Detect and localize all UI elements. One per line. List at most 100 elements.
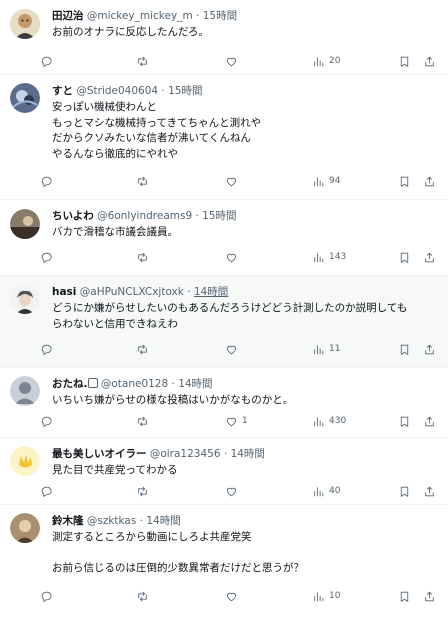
avatar[interactable] — [10, 83, 40, 113]
like-button[interactable] — [225, 52, 242, 70]
user-handle[interactable]: @6onlyindreams9 — [97, 210, 192, 222]
bookmark-icon — [400, 416, 409, 427]
action-bar: 11 — [40, 340, 440, 358]
bookmark-icon — [400, 591, 409, 602]
views-button[interactable]: 10 — [312, 587, 340, 605]
timestamp[interactable]: 14時間 — [178, 378, 212, 390]
user-handle[interactable]: @oira123456 — [150, 448, 221, 460]
reply-button[interactable] — [40, 587, 57, 605]
display-name[interactable]: 鈴木隆 — [52, 515, 84, 527]
reply-tweet[interactable]: ちいよわ @6onlyindreams9 · 15時間 バカで滑稽な市議会議員。… — [0, 200, 448, 276]
bookmark-button[interactable] — [398, 482, 411, 500]
like-button[interactable] — [225, 482, 242, 500]
reply-icon — [41, 416, 52, 427]
bookmark-button[interactable] — [398, 172, 411, 190]
bookmark-button[interactable] — [398, 412, 411, 430]
user-handle[interactable]: @Stride040604 — [76, 85, 158, 97]
share-button[interactable] — [423, 412, 436, 430]
retweet-button[interactable] — [136, 587, 153, 605]
tweet-text: 見た目で共産党ってわかる — [52, 464, 178, 476]
views-button[interactable]: 430 — [312, 412, 346, 430]
share-button[interactable] — [423, 248, 436, 266]
share-button[interactable] — [423, 482, 436, 500]
reply-button[interactable] — [40, 248, 57, 266]
reply-button[interactable] — [40, 412, 57, 430]
like-button[interactable] — [225, 172, 242, 190]
tweet-text: バカで滑稽な市議会議員。 — [52, 226, 178, 238]
timestamp[interactable]: 14時間 — [231, 448, 265, 460]
views-button[interactable]: 20 — [312, 52, 340, 70]
heart-icon — [227, 57, 236, 66]
display-name[interactable]: 最も美しいオイラー — [52, 448, 147, 460]
reply-tweet[interactable]: おたね. @otane0128 · 14時間 いちいち嫌がらせの様な投稿はいかが… — [0, 368, 448, 438]
like-button[interactable] — [225, 248, 242, 266]
bookmark-button[interactable] — [398, 248, 411, 266]
views-button[interactable]: 143 — [312, 248, 346, 266]
avatar[interactable] — [10, 284, 40, 314]
retweet-button[interactable] — [136, 248, 153, 266]
reply-button[interactable] — [40, 52, 57, 70]
reply-icon — [41, 591, 52, 602]
user-handle[interactable]: @aHPuNCLXCxjtoxk — [80, 286, 184, 298]
reply-tweet[interactable]: すと @Stride040604 · 15時間 安っぽい機械使わんと もっとマシ… — [0, 75, 448, 200]
views-button[interactable]: 40 — [312, 482, 340, 500]
reply-tweet[interactable]: 鈴木隆 @szktkas · 14時間 測定するところから動画にしろよ共産党笑 … — [0, 505, 448, 617]
views-icon — [314, 486, 324, 496]
reply-button[interactable] — [40, 172, 57, 190]
tweet-header: 最も美しいオイラー @oira123456 · 14時間 — [52, 446, 438, 462]
avatar[interactable] — [10, 376, 40, 406]
timestamp[interactable]: 15時間 — [202, 210, 236, 222]
timestamp[interactable]: 14時間 — [146, 515, 180, 527]
user-handle[interactable]: @mickey_mickey_m — [87, 10, 193, 22]
share-button[interactable] — [423, 587, 436, 605]
display-name[interactable]: おたね. — [52, 378, 98, 390]
timestamp[interactable]: 15時間 — [168, 85, 202, 97]
display-name[interactable]: すと — [52, 85, 73, 97]
share-button[interactable] — [423, 340, 436, 358]
views-button[interactable]: 11 — [312, 340, 340, 358]
user-handle[interactable]: @szktkas — [87, 515, 136, 527]
avatar[interactable] — [10, 209, 40, 239]
like-button[interactable]: 1 — [225, 412, 248, 430]
timestamp[interactable]: 14時間 — [194, 286, 228, 298]
views-icon — [314, 176, 324, 186]
bookmark-icon — [400, 252, 409, 263]
avatar[interactable] — [10, 446, 40, 476]
views-button[interactable]: 94 — [312, 172, 340, 190]
timestamp[interactable]: 15時間 — [203, 10, 237, 22]
reply-button[interactable] — [40, 482, 57, 500]
retweet-button[interactable] — [136, 412, 153, 430]
avatar[interactable] — [10, 513, 40, 543]
heart-icon — [227, 592, 236, 601]
avatar[interactable] — [10, 9, 40, 39]
heart-icon — [227, 345, 236, 354]
retweet-button[interactable] — [136, 482, 153, 500]
user-handle[interactable]: @otane0128 — [101, 378, 168, 390]
retweet-button[interactable] — [136, 172, 153, 190]
views-icon — [314, 344, 324, 354]
reply-tweet[interactable]: 最も美しいオイラー @oira123456 · 14時間 見た目で共産党ってわか… — [0, 438, 448, 505]
share-button[interactable] — [423, 52, 436, 70]
reply-button[interactable] — [40, 340, 57, 358]
share-button[interactable] — [423, 172, 436, 190]
bookmark-button[interactable] — [398, 52, 411, 70]
views-icon — [314, 56, 324, 66]
reply-tweet[interactable]: hasi @aHPuNCLXCxjtoxk · 14時間 どうにか嫌がらせしたい… — [0, 276, 448, 368]
tweet-text: 測定するところから動画にしろよ共産党笑 お前ら信じるのは圧倒的少数異常者だけだと… — [52, 531, 304, 574]
retweet-button[interactable] — [136, 340, 153, 358]
separator-dot: · — [196, 10, 200, 22]
bookmark-button[interactable] — [398, 340, 411, 358]
like-button[interactable] — [225, 340, 242, 358]
reply-tweet[interactable]: 田辺治 @mickey_mickey_m · 15時間 お前のオナラに反応したん… — [0, 0, 448, 75]
retweet-button[interactable] — [136, 52, 153, 70]
retweet-icon — [138, 416, 147, 426]
display-name[interactable]: 田辺治 — [52, 10, 84, 22]
separator-dot: · — [195, 210, 199, 222]
heart-icon — [227, 417, 236, 426]
display-name[interactable]: hasi — [52, 286, 76, 298]
like-button[interactable] — [225, 587, 242, 605]
view-count: 430 — [329, 416, 347, 426]
display-name[interactable]: ちいよわ — [52, 210, 94, 222]
share-icon — [425, 591, 434, 601]
bookmark-button[interactable] — [398, 587, 411, 605]
